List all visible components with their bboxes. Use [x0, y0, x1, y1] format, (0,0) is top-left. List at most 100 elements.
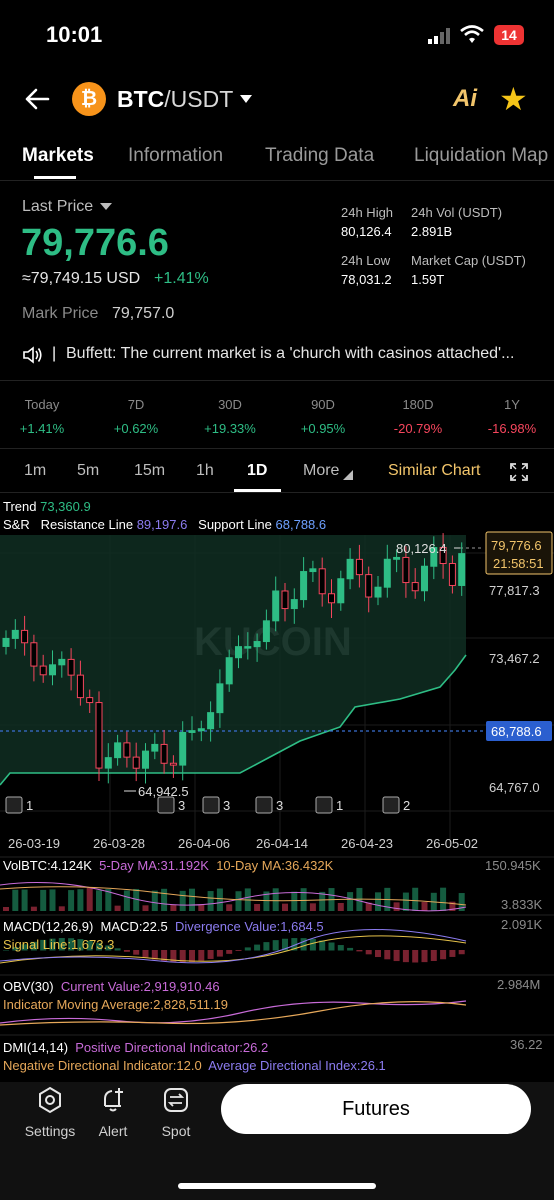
news-separator: |	[52, 345, 57, 362]
pair-quote: /USDT	[164, 86, 234, 112]
obv-current: Current Value:2,919,910.46	[60, 979, 220, 994]
last-price-label[interactable]: Last Price	[22, 198, 93, 216]
interval-1m[interactable]: 1m	[24, 462, 46, 480]
nav-alert[interactable]: Alert	[83, 1082, 143, 1139]
candlestick-chart[interactable]: KUCOIN 80,126.4 64,942.5 79,776.6 21:58:…	[0, 495, 554, 855]
candle-body	[216, 683, 224, 714]
macd-bar	[412, 950, 419, 963]
tab-underline	[34, 176, 76, 179]
candle-body	[142, 750, 149, 769]
macd-bar	[375, 950, 381, 958]
volume-bar	[412, 887, 419, 911]
divider	[0, 180, 554, 181]
candle-body	[207, 712, 215, 730]
favorite-star-icon[interactable]: ★	[499, 80, 528, 118]
y-tick-2: 73,467.2	[489, 651, 540, 666]
dmi-ndi: Negative Directional Indicator:12.0	[3, 1058, 202, 1073]
macd-label: MACD(12,26,9)	[3, 919, 94, 934]
corner-caret-icon	[343, 470, 353, 480]
ai-assistant-icon[interactable]: Ai	[453, 85, 477, 113]
period-label-1y: 1Y	[504, 397, 520, 412]
obv-readout: OBV(30) Current Value:2,919,910.46	[3, 979, 220, 994]
period-label-7d: 7D	[127, 397, 145, 412]
volume-bar	[21, 889, 28, 911]
news-badge: 2	[382, 796, 410, 814]
candle-body	[235, 646, 242, 659]
news-badge: 3	[255, 796, 283, 814]
fullscreen-icon[interactable]	[509, 462, 529, 482]
macd-bar	[244, 947, 251, 951]
svg-text:3: 3	[223, 798, 230, 813]
period-label-30d: 30D	[218, 397, 242, 412]
tab-markets[interactable]: Markets	[22, 145, 94, 167]
alert-bell-plus-icon	[104, 1088, 123, 1112]
dmi-readout: DMI(14,14) Positive Directional Indicato…	[3, 1040, 268, 1055]
chevron-down-icon[interactable]	[240, 95, 252, 103]
mark-price-label: Mark Price	[22, 305, 99, 322]
futures-button[interactable]: Futures	[221, 1084, 531, 1134]
macd-bar	[458, 950, 465, 955]
news-badge: 1	[315, 796, 343, 814]
period-value-7d: +0.62%	[113, 421, 159, 436]
divider	[0, 380, 554, 381]
interval-15m[interactable]: 15m	[134, 462, 165, 480]
market-cap-value: 1.59T	[411, 272, 445, 287]
news-badge: 1	[5, 796, 33, 814]
news-ticker[interactable]: Buffett: The current market is a 'church…	[66, 345, 546, 363]
battery-icon: 14	[494, 25, 524, 45]
tab-liquidation-map[interactable]: Liquidation Map	[414, 145, 548, 167]
x-tick-3: 26-04-06	[178, 836, 230, 851]
svg-text:2: 2	[403, 798, 410, 813]
candle-body	[421, 565, 428, 592]
candle-body	[393, 556, 401, 560]
candle-body	[11, 629, 19, 639]
settings-hexagon-icon	[39, 1086, 61, 1114]
candle-body	[309, 568, 317, 573]
candle-body	[448, 563, 456, 586]
macd-bar	[402, 950, 409, 963]
candle-body	[197, 728, 205, 732]
x-tick-1: 26-03-19	[8, 836, 60, 851]
candle-body	[132, 756, 140, 769]
x-tick-4: 26-04-14	[256, 836, 308, 851]
status-time: 10:01	[46, 22, 103, 47]
candle-body	[411, 582, 419, 592]
volume-bar	[142, 905, 149, 911]
mark-price-value: 79,757.0	[112, 305, 175, 322]
nav-alert-label: Alert	[98, 1123, 128, 1139]
candle-body	[39, 665, 47, 676]
macd-bar	[430, 950, 437, 962]
back-arrow-icon[interactable]	[22, 84, 52, 114]
news-badge: 3	[202, 796, 230, 814]
candle-body	[30, 642, 38, 667]
candle-body	[95, 702, 103, 769]
vol-24h-value: 2.891B	[411, 224, 453, 239]
macd-readout: MACD(12,26,9) MACD:22.5 Divergence Value…	[3, 919, 324, 934]
macd-bar	[347, 947, 354, 951]
candle-body	[21, 629, 29, 644]
macd-bar	[235, 950, 242, 951]
similar-chart-button[interactable]: Similar Chart	[388, 462, 480, 480]
caret-down-icon[interactable]	[100, 203, 112, 210]
macd-bar	[254, 944, 261, 951]
obv-ma: Indicator Moving Average:2,828,511.19	[3, 997, 229, 1012]
candle-body	[76, 674, 84, 699]
interval-1h[interactable]: 1h	[196, 462, 214, 480]
nav-spot-label: Spot	[161, 1123, 191, 1139]
candle-body	[179, 731, 187, 766]
interval-1d[interactable]: 1D	[247, 462, 267, 480]
interval-more[interactable]: More	[303, 462, 339, 480]
tab-information[interactable]: Information	[128, 145, 223, 167]
volume-bar	[319, 891, 326, 911]
nav-spot[interactable]: Spot	[146, 1082, 206, 1139]
volume-bar	[151, 890, 158, 911]
tab-trading-data[interactable]: Trading Data	[265, 145, 374, 167]
nav-settings[interactable]: Settings	[20, 1082, 80, 1139]
interval-5m[interactable]: 5m	[77, 462, 99, 480]
pair-selector[interactable]: BTC/USDT	[117, 86, 233, 113]
candle-body	[2, 637, 10, 647]
vol-value: VolBTC:4.124K	[3, 858, 92, 873]
candle-body	[253, 641, 261, 648]
volume-bar	[198, 904, 205, 911]
x-tick-2: 26-03-28	[93, 836, 145, 851]
